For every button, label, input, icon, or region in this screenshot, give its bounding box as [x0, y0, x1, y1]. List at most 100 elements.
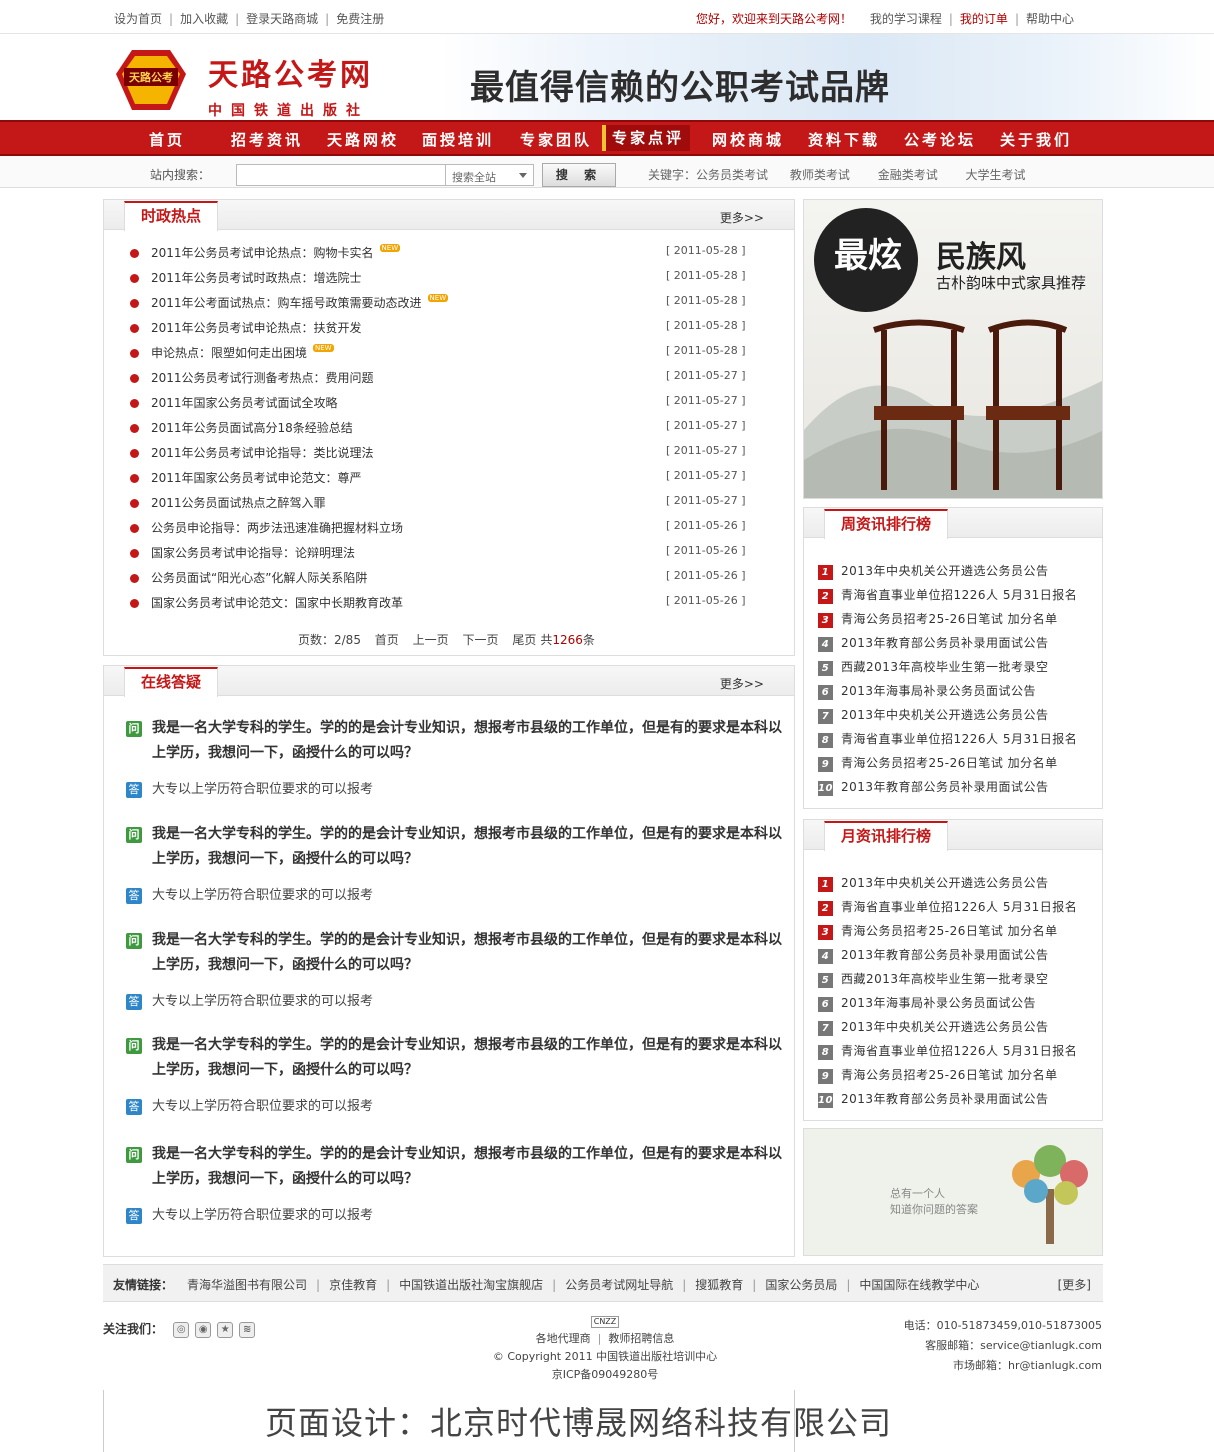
news-title[interactable]: 2011年公务员考试时政热点：增选院士	[151, 271, 362, 285]
login-mall-link[interactable]: 登录天路商城	[246, 12, 318, 26]
news-item[interactable]: 2011年国家公务员考试面试全攻略 [ 2011-05-27 ]	[130, 394, 770, 414]
help-center-link[interactable]: 帮助中心	[1026, 12, 1074, 26]
rank-item[interactable]: 2 青海省直事业单位招1226人 5月31日报名	[818, 586, 1077, 604]
next-page-link[interactable]: 下一页	[462, 633, 498, 647]
friend-link[interactable]: 京佳教育	[329, 1278, 377, 1292]
more-links-button[interactable]: [更多]	[1058, 1276, 1091, 1293]
news-title[interactable]: 2011年公务员考试申论热点：扶贫开发	[151, 321, 362, 335]
rank-item[interactable]: 7 2013年中央机关公开遴选公务员公告	[818, 706, 1049, 724]
rank-title[interactable]: 青海省直事业单位招1226人 5月31日报名	[841, 900, 1077, 914]
qq-icon[interactable]: ◎	[173, 1321, 190, 1338]
rank-title[interactable]: 2013年海事局补录公务员面试公告	[841, 996, 1036, 1010]
news-item[interactable]: 2011年公务员考试申论热点：扶贫开发 [ 2011-05-28 ]	[130, 319, 770, 339]
rank-item[interactable]: 10 2013年教育部公务员补录用面试公告	[818, 778, 1049, 796]
question-text[interactable]: 问我是一名大学专科的学生。学的的是会计专业知识，想报考市县级的工作单位，但是有的…	[126, 716, 786, 766]
register-link[interactable]: 免费注册	[336, 12, 384, 26]
rank-title[interactable]: 2013年教育部公务员补录用面试公告	[841, 636, 1049, 650]
rank-item[interactable]: 4 2013年教育部公务员补录用面试公告	[818, 946, 1049, 964]
rank-title[interactable]: 2013年教育部公务员补录用面试公告	[841, 1092, 1049, 1106]
nav-experts[interactable]: 专家团队	[520, 129, 592, 150]
news-title[interactable]: 2011公务员考试行测备考热点：费用问题	[151, 371, 374, 385]
rank-item[interactable]: 10 2013年教育部公务员补录用面试公告	[818, 1090, 1049, 1108]
rank-title[interactable]: 青海省直事业单位招1226人 5月31日报名	[841, 732, 1077, 746]
news-item[interactable]: 2011年公务员考试申论热点：购物卡实名 NEW [ 2011-05-28 ]	[130, 244, 770, 264]
keyword-link[interactable]: 金融类考试	[878, 168, 938, 182]
nav-recruitment[interactable]: 招考资讯	[231, 129, 303, 150]
nav-home[interactable]: 首页	[149, 129, 185, 150]
news-item[interactable]: 国家公务员考试申论范文：国家中长期教育改革 [ 2011-05-26 ]	[130, 594, 770, 614]
rank-title[interactable]: 青海公务员招考25-26日笔试 加分名单	[841, 924, 1058, 938]
nav-about[interactable]: 关于我们	[1000, 129, 1072, 150]
teacher-jobs-link[interactable]: 教师招聘信息	[608, 1332, 674, 1345]
news-item[interactable]: 2011公务员考试行测备考热点：费用问题 [ 2011-05-27 ]	[130, 369, 770, 389]
rank-item[interactable]: 8 青海省直事业单位招1226人 5月31日报名	[818, 730, 1077, 748]
news-title[interactable]: 公务员申论指导：两步法迅速准确把握材料立场	[151, 521, 403, 535]
friend-link[interactable]: 搜狐教育	[695, 1278, 743, 1292]
rank-title[interactable]: 2013年海事局补录公务员面试公告	[841, 684, 1036, 698]
rss-icon[interactable]: ≋	[239, 1321, 256, 1338]
agents-link[interactable]: 各地代理商	[536, 1332, 591, 1345]
friend-link[interactable]: 公务员考试网址导航	[565, 1278, 673, 1292]
search-input[interactable]	[236, 164, 446, 186]
nav-downloads[interactable]: 资料下载	[808, 129, 880, 150]
rank-title[interactable]: 西藏2013年高校毕业生第一批考录空	[841, 660, 1049, 674]
add-favorite-link[interactable]: 加入收藏	[180, 12, 228, 26]
search-button[interactable]: 搜 索	[542, 163, 616, 187]
cnzz-badge[interactable]: CNZZ	[590, 1316, 620, 1328]
rank-item[interactable]: 7 2013年中央机关公开遴选公务员公告	[818, 1018, 1049, 1036]
rank-item[interactable]: 6 2013年海事局补录公务员面试公告	[818, 994, 1036, 1012]
last-page-link[interactable]: 尾页	[512, 633, 536, 647]
rank-item[interactable]: 3 青海公务员招考25-26日笔试 加分名单	[818, 922, 1058, 940]
nav-training[interactable]: 面授培训	[422, 129, 494, 150]
search-scope-select[interactable]: 搜索全站	[446, 164, 534, 186]
friend-link[interactable]: 青海华溢图书有限公司	[187, 1278, 307, 1292]
rank-item[interactable]: 5 西藏2013年高校毕业生第一批考录空	[818, 970, 1049, 988]
my-courses-link[interactable]: 我的学习课程	[870, 12, 942, 26]
rank-item[interactable]: 1 2013年中央机关公开遴选公务员公告	[818, 562, 1049, 580]
rank-title[interactable]: 青海省直事业单位招1226人 5月31日报名	[841, 588, 1077, 602]
first-page-link[interactable]: 首页	[375, 633, 399, 647]
news-title[interactable]: 2011年国家公务员考试申论范文：尊严	[151, 471, 362, 485]
rank-title[interactable]: 青海公务员招考25-26日笔试 加分名单	[841, 612, 1058, 626]
keyword-link[interactable]: 公务员类考试	[696, 168, 768, 182]
rank-title[interactable]: 青海公务员招考25-26日笔试 加分名单	[841, 1068, 1058, 1082]
nav-expert-review[interactable]: 专家点评	[602, 125, 691, 151]
rank-title[interactable]: 青海省直事业单位招1226人 5月31日报名	[841, 1044, 1077, 1058]
qa-tree-ad[interactable]: 总有一个人 知道你问题的答案	[803, 1128, 1103, 1256]
rank-item[interactable]: 9 青海公务员招考25-26日笔试 加分名单	[818, 1066, 1058, 1084]
set-homepage-link[interactable]: 设为首页	[114, 12, 162, 26]
news-item[interactable]: 公务员面试“阳光心态”化解人际关系陷阱 [ 2011-05-26 ]	[130, 569, 770, 589]
more-link[interactable]: 更多>>	[720, 209, 764, 226]
news-title[interactable]: 2011公务员面试热点之醉驾入罪	[151, 496, 326, 510]
nav-online-school[interactable]: 天路网校	[327, 129, 399, 150]
question-text[interactable]: 问我是一名大学专科的学生。学的的是会计专业知识，想报考市县级的工作单位，但是有的…	[126, 928, 786, 978]
news-title[interactable]: 公务员面试“阳光心态”化解人际关系陷阱	[151, 571, 367, 585]
news-title[interactable]: 申论热点：限塑如何走出困境	[151, 346, 307, 360]
keyword-link[interactable]: 大学生考试	[966, 168, 1026, 182]
question-text[interactable]: 问我是一名大学专科的学生。学的的是会计专业知识，想报考市县级的工作单位，但是有的…	[126, 1142, 786, 1192]
weibo-icon[interactable]: ◉	[195, 1321, 212, 1338]
news-item[interactable]: 2011年公考面试热点：购车摇号政策需要动态改进 NEW [ 2011-05-28 …	[130, 294, 770, 314]
star-icon[interactable]: ★	[217, 1321, 234, 1338]
nav-shop[interactable]: 网校商城	[712, 129, 784, 150]
friend-link[interactable]: 国家公务员局	[765, 1278, 837, 1292]
rank-item[interactable]: 8 青海省直事业单位招1226人 5月31日报名	[818, 1042, 1077, 1060]
rank-item[interactable]: 4 2013年教育部公务员补录用面试公告	[818, 634, 1049, 652]
friend-link[interactable]: 中国国际在线教学中心	[859, 1278, 979, 1292]
nav-forum[interactable]: 公考论坛	[904, 129, 976, 150]
logo-badge-icon[interactable]: 天路公考	[114, 48, 188, 112]
news-title[interactable]: 2011年公务员考试申论指导：类比说理法	[151, 446, 374, 460]
question-text[interactable]: 问我是一名大学专科的学生。学的的是会计专业知识，想报考市县级的工作单位，但是有的…	[126, 822, 786, 872]
news-item[interactable]: 2011年公务员考试时政热点：增选院士 [ 2011-05-28 ]	[130, 269, 770, 289]
rank-item[interactable]: 5 西藏2013年高校毕业生第一批考录空	[818, 658, 1049, 676]
logo[interactable]: 天路公考网 中国铁道出版社	[208, 50, 373, 120]
news-item[interactable]: 公务员申论指导：两步法迅速准确把握材料立场 [ 2011-05-26 ]	[130, 519, 770, 539]
rank-title[interactable]: 2013年中央机关公开遴选公务员公告	[841, 708, 1049, 722]
rank-item[interactable]: 9 青海公务员招考25-26日笔试 加分名单	[818, 754, 1058, 772]
news-title[interactable]: 国家公务员考试申论指导：论辩明理法	[151, 546, 355, 560]
more-link[interactable]: 更多>>	[720, 675, 764, 692]
rank-title[interactable]: 2013年中央机关公开遴选公务员公告	[841, 564, 1049, 578]
news-title[interactable]: 2011年国家公务员考试面试全攻略	[151, 396, 338, 410]
news-item[interactable]: 2011年公务员考试申论指导：类比说理法 [ 2011-05-27 ]	[130, 444, 770, 464]
my-orders-link[interactable]: 我的订单	[960, 12, 1008, 26]
